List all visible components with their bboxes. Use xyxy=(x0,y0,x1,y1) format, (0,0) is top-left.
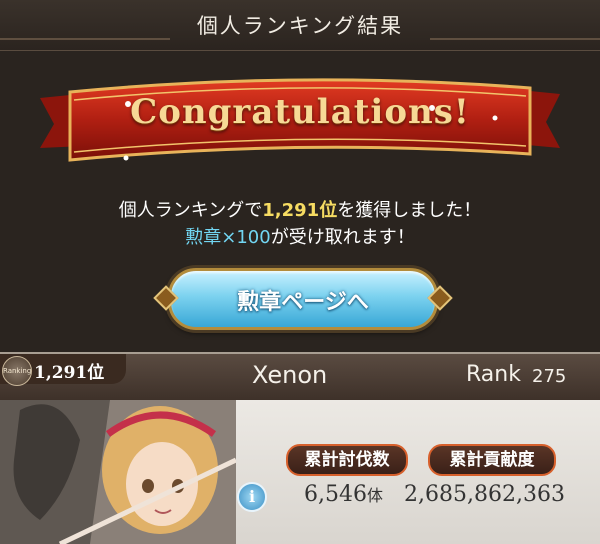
banner-text: Congratulations! xyxy=(130,92,470,132)
message-prefix: 個人ランキングで xyxy=(118,200,263,221)
medal-page-button-label: 勲章ページへ xyxy=(237,290,369,315)
player-result-card: Ranking 1,291位 Xenon Rank 275 累計討伐数 累計貢献… xyxy=(0,352,600,544)
title-bar: 個人ランキング結果 xyxy=(0,0,600,51)
player-rank-position: 1,291位 xyxy=(34,363,105,383)
message-suffix: を獲得しました！ xyxy=(337,200,482,221)
total-contribution-value: 2,685,862,363 xyxy=(404,482,565,507)
result-message-line2: 勲章×100が受け取れます！ xyxy=(0,223,600,249)
player-rank-label: Rank xyxy=(466,362,521,387)
page-title: 個人ランキング結果 xyxy=(196,14,404,38)
reward-highlight: 勲章×100 xyxy=(185,227,271,248)
ranking-tab: Ranking 1,291位 xyxy=(0,354,126,386)
rank-highlight: 1,291位 xyxy=(262,200,338,221)
reward-suffix: が受け取れます！ xyxy=(270,227,415,248)
player-name: Xenon xyxy=(252,361,328,389)
kills-unit: 体 xyxy=(366,486,383,505)
congratulations-banner: Congratulations! xyxy=(40,68,560,180)
total-kills-label: 累計討伐数 xyxy=(286,444,408,476)
medal-page-button[interactable]: 勲章ページへ xyxy=(153,268,453,330)
total-kills-value: 6,546体 xyxy=(304,482,383,507)
player-rank-value: 275 xyxy=(532,366,567,387)
ranking-badge-icon: Ranking xyxy=(2,356,32,386)
character-portrait xyxy=(0,400,236,544)
total-contribution-label: 累計貢献度 xyxy=(428,444,556,476)
result-message-line1: 個人ランキングで1,291位を獲得しました！ xyxy=(0,196,600,222)
kills-number: 6,546 xyxy=(304,482,367,507)
info-icon[interactable]: i xyxy=(237,482,267,512)
